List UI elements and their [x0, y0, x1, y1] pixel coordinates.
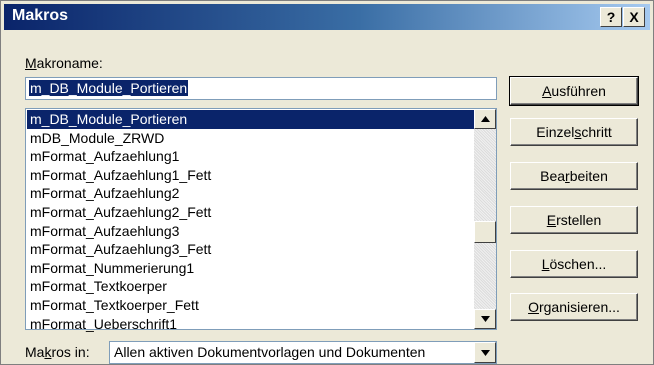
- scroll-up-icon: [480, 116, 490, 122]
- scroll-thumb[interactable]: [474, 221, 496, 243]
- close-button[interactable]: X: [623, 7, 645, 27]
- macro-list-item[interactable]: mFormat_Ueberschrift1: [27, 315, 474, 334]
- macro-list-item[interactable]: mDB_Module_ZRWD: [27, 129, 474, 148]
- vertical-scrollbar[interactable]: [474, 109, 496, 329]
- create-button[interactable]: Erstellen: [510, 206, 638, 234]
- edit-button[interactable]: Bea r beiten: [510, 162, 638, 190]
- macros-in-value: Allen aktiven Dokumentvorlagen und Dokum…: [114, 344, 426, 360]
- title-bar[interactable]: Makros ? X: [4, 4, 650, 30]
- macro-list-item[interactable]: mFormat_Textkoerper: [27, 277, 474, 296]
- macro-list-item[interactable]: mFormat_Aufzaehlung2: [27, 184, 474, 203]
- macro-name-value: m_DB_Module_Portieren: [29, 80, 189, 96]
- window-title: Makros: [12, 7, 69, 24]
- help-icon: ?: [606, 9, 616, 25]
- macro-list-item[interactable]: mFormat_Aufzaehlung1: [27, 147, 474, 166]
- scroll-down-button[interactable]: [474, 309, 496, 329]
- scroll-down-icon: [480, 316, 490, 322]
- macros-dialog: Makros ? X Makroname: m_DB_Module_Portie…: [0, 0, 654, 365]
- macro-list-item[interactable]: mFormat_Nummerierung1: [27, 259, 474, 278]
- macros-in-label: Makros in:: [25, 344, 90, 360]
- organize-button[interactable]: Organisieren...: [510, 293, 638, 321]
- step-into-button[interactable]: Einzel s chritt: [510, 118, 638, 146]
- macro-list-item[interactable]: mFormat_Aufzaehlung2_Fett: [27, 203, 474, 222]
- macro-name-label: Makroname:: [25, 55, 103, 71]
- macro-list-item[interactable]: mFormat_Aufzaehlung3_Fett: [27, 240, 474, 259]
- close-icon: X: [629, 9, 639, 25]
- macro-list-item[interactable]: mFormat_Aufzaehlung3: [27, 222, 474, 241]
- chevron-down-icon: [480, 349, 490, 356]
- help-button[interactable]: ?: [600, 7, 622, 27]
- macro-list-item[interactable]: mFormat_Textkoerper_Fett: [27, 296, 474, 315]
- delete-button[interactable]: Löschen...: [510, 250, 638, 278]
- scroll-up-button[interactable]: [474, 109, 496, 129]
- macro-list-item[interactable]: mFormat_Aufzaehlung1_Fett: [27, 166, 474, 185]
- macro-name-input[interactable]: m_DB_Module_Portieren: [25, 77, 497, 100]
- macro-list-items: m_DB_Module_Portieren mDB_Module_ZRWD mFor…: [27, 110, 474, 333]
- run-button[interactable]: Ausführen: [509, 76, 639, 106]
- dropdown-button[interactable]: [474, 342, 496, 363]
- macro-list[interactable]: m_DB_Module_Portieren mDB_Module_ZRWD mFor…: [25, 108, 497, 333]
- macro-list-item[interactable]: m_DB_Module_Portieren: [27, 110, 474, 129]
- macros-in-select[interactable]: Allen aktiven Dokumentvorlagen und Dokum…: [109, 341, 497, 364]
